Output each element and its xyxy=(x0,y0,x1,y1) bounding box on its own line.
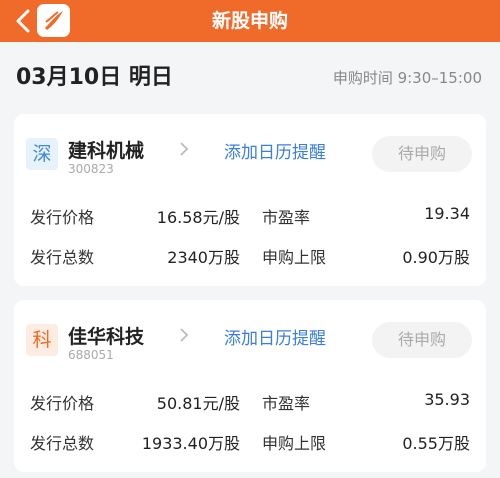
subscription-date: 03月10日 明日 xyxy=(16,65,173,90)
subscription-time: 申购时间 9:30–15:00 xyxy=(332,69,482,87)
issue-total-value: 2340万股 xyxy=(167,248,240,267)
stock-code: 300823 xyxy=(68,162,114,176)
market-badge: 科 xyxy=(26,324,58,356)
subscription-limit-value: 0.55万股 xyxy=(402,434,470,453)
issue-total-label: 发行总数 xyxy=(30,434,95,453)
subscription-limit-value: 0.90万股 xyxy=(402,248,470,267)
page-title: 新股申购 xyxy=(211,10,288,32)
issue-total-label: 发行总数 xyxy=(30,248,95,267)
add-calendar-reminder-link[interactable]: 添加日历提醒 xyxy=(224,324,326,349)
stock-code: 688051 xyxy=(68,348,114,362)
issue-price-value: 16.58元/股 xyxy=(156,208,240,227)
top-navigation-bar: 新股申购 xyxy=(0,0,500,42)
issue-total-value: 1933.40万股 xyxy=(141,434,240,453)
pe-ratio-value: 35.93 xyxy=(424,390,470,409)
stock-card[interactable]: 科 佳华科技 688051 添加日历提醒 待申购 发行价格 50.81元/股 市… xyxy=(14,300,486,472)
pe-ratio-value: 19.34 xyxy=(424,204,470,223)
issue-price-label: 发行价格 xyxy=(30,208,95,227)
chevron-right-icon[interactable] xyxy=(178,326,190,344)
stock-card[interactable]: 深 建科机械 300823 添加日历提醒 待申购 发行价格 16.58元/股 市… xyxy=(14,114,486,286)
pe-ratio-label: 市盈率 xyxy=(262,394,311,413)
issue-price-value: 50.81元/股 xyxy=(156,394,240,413)
subscribe-status-button[interactable]: 待申购 xyxy=(372,136,472,172)
chevron-right-icon[interactable] xyxy=(178,140,190,158)
pe-ratio-label: 市盈率 xyxy=(262,208,311,227)
subscription-limit-label: 申购上限 xyxy=(262,248,327,267)
add-calendar-reminder-link[interactable]: 添加日历提醒 xyxy=(224,138,326,163)
market-badge: 深 xyxy=(26,138,58,170)
date-row: 03月10日 明日 申购时间 9:30–15:00 xyxy=(16,62,482,94)
stock-name[interactable]: 佳华科技 xyxy=(68,322,144,349)
subscription-limit-label: 申购上限 xyxy=(262,434,327,453)
subscribe-status-button[interactable]: 待申购 xyxy=(372,322,472,358)
stock-name[interactable]: 建科机械 xyxy=(68,136,144,163)
issue-price-label: 发行价格 xyxy=(30,394,95,413)
